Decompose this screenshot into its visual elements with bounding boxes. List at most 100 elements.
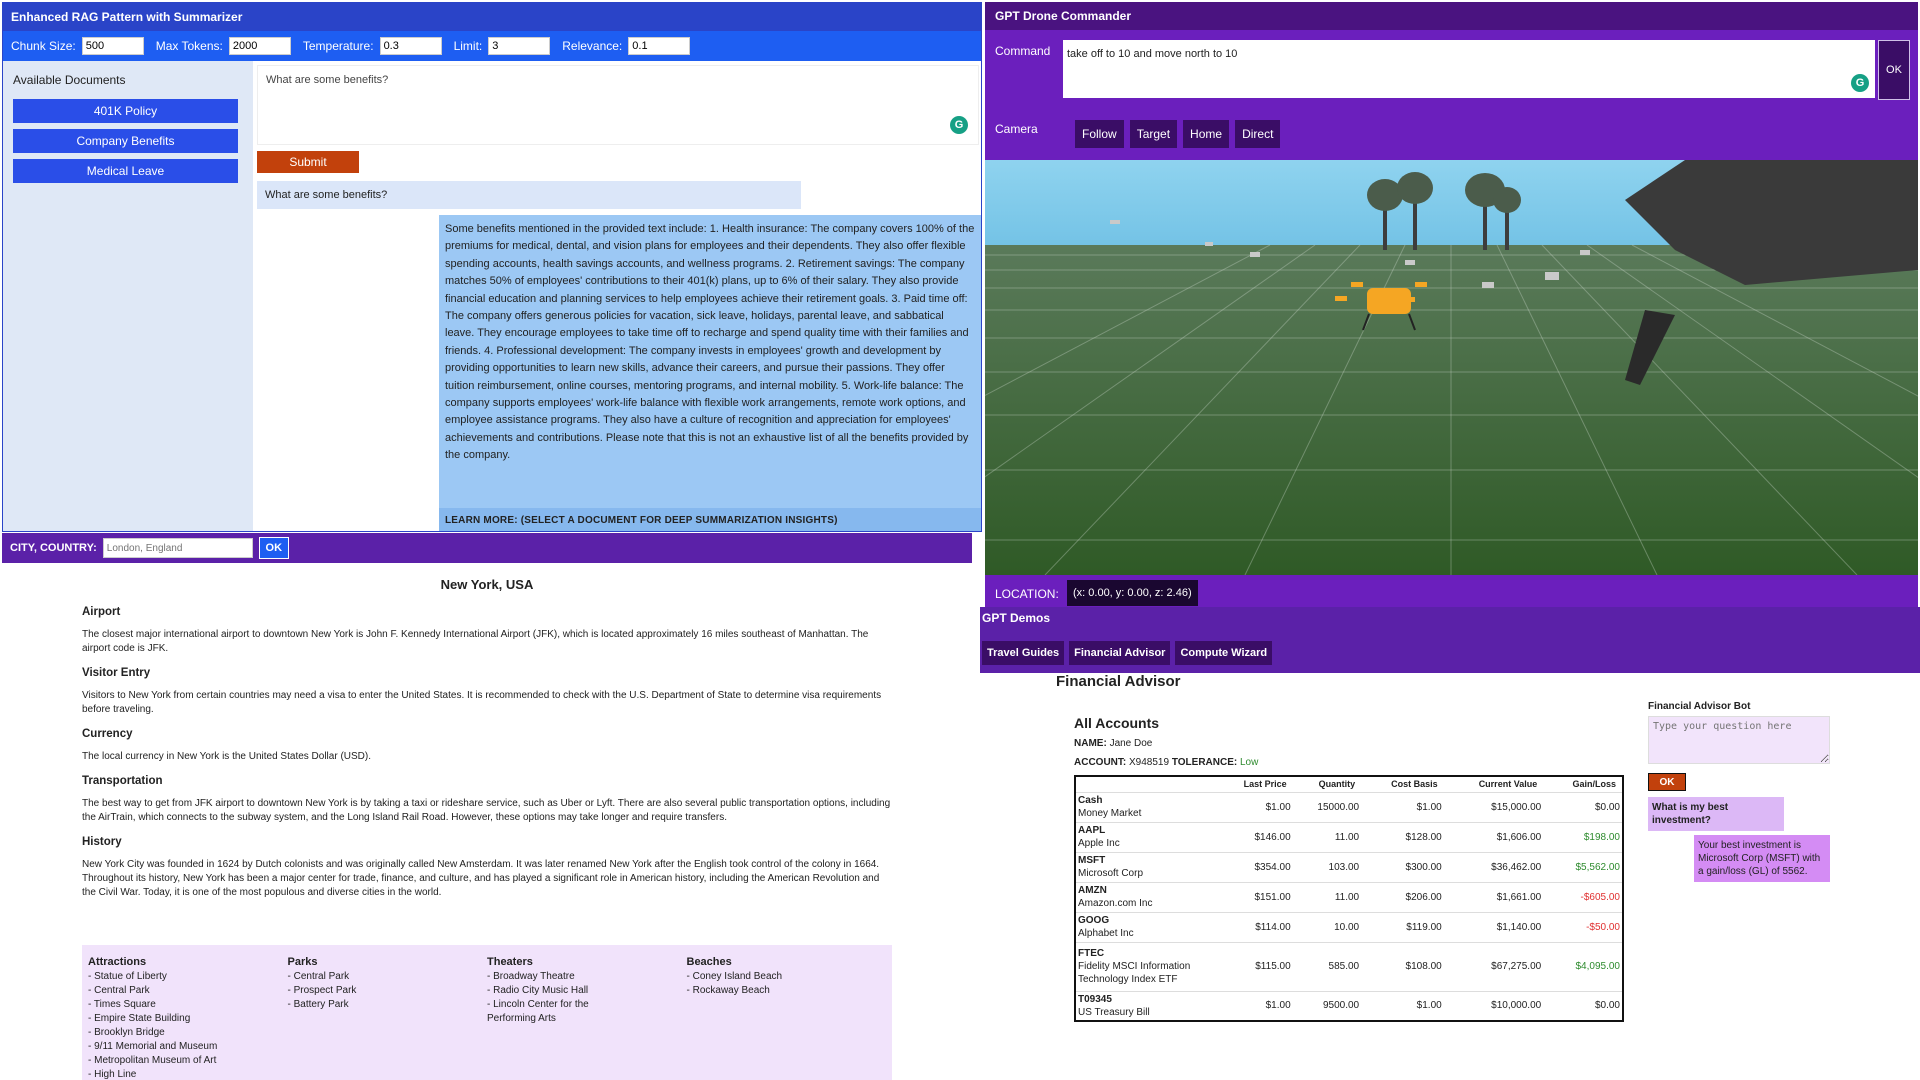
city-ok-button[interactable]: OK <box>258 537 289 559</box>
doc-button-company-benefits[interactable]: Company Benefits <box>13 129 238 153</box>
relevance-label: Relevance: <box>562 39 623 53</box>
relevance-input[interactable] <box>628 37 691 55</box>
security-name: US Treasury Bill <box>1078 1006 1150 1018</box>
tab-travel-guides[interactable]: Travel Guides <box>982 641 1065 665</box>
command-input[interactable]: take off to 10 and move north to 10 G <box>1063 40 1875 98</box>
command-text: take off to 10 and move north to 10 <box>1067 48 1238 60</box>
cell-price: $146.00 <box>1215 821 1293 852</box>
list-item: - Brooklyn Bridge <box>88 1027 165 1038</box>
col-header <box>1075 776 1215 792</box>
camera-target-button[interactable]: Target <box>1129 120 1178 148</box>
list-item: Performing Arts <box>487 1013 556 1024</box>
cell-qty: 9500.00 <box>1292 990 1362 1021</box>
answer-bubble: Some benefits mentioned in the provided … <box>439 215 981 531</box>
cell-security: MSFT Microsoft Corp <box>1075 851 1215 882</box>
cell-price: $115.00 <box>1215 941 1293 991</box>
account-label: ACCOUNT: <box>1074 757 1127 768</box>
doc-button-medical-leave[interactable]: Medical Leave <box>13 159 238 183</box>
bot-ok-button[interactable]: OK <box>1648 773 1686 791</box>
cell-value: $67,275.00 <box>1443 941 1544 991</box>
symbol: GOOG <box>1078 915 1110 926</box>
table-row: FTEC Fidelity MSCI Information Technology… <box>1075 941 1623 991</box>
user-message: What is my best investment? <box>1648 797 1784 831</box>
chunk-size-input[interactable] <box>81 37 144 55</box>
cell-cost: $206.00 <box>1361 881 1444 912</box>
list-item: - 9/11 Memorial and Museum <box>88 1041 218 1052</box>
cell-cost: $119.00 <box>1361 911 1444 942</box>
travel-lists: Attractions - Statue of Liberty - Centra… <box>82 945 892 1080</box>
limit-input[interactable] <box>488 37 551 55</box>
max-tokens-input[interactable] <box>228 37 291 55</box>
list-item: - Empire State Building <box>88 1013 191 1024</box>
tab-compute-wizard[interactable]: Compute Wizard <box>1175 641 1273 665</box>
cell-gain: $4,095.00 <box>1543 941 1623 991</box>
symbol: T09345 <box>1078 993 1112 1005</box>
camera-home-button[interactable]: Home <box>1183 120 1230 148</box>
camera-direct-button[interactable]: Direct <box>1235 120 1281 148</box>
col-header: Cost Basis <box>1391 779 1438 790</box>
cell-qty: 11.00 <box>1292 881 1362 912</box>
security-name: Alphabet Inc <box>1078 928 1134 939</box>
documents-sidebar: Available Documents 401K Policy Company … <box>3 61 253 531</box>
list-attractions: Attractions - Statue of Liberty - Centra… <box>88 955 288 1080</box>
city-input[interactable] <box>102 538 253 558</box>
cell-cost: $1.00 <box>1361 990 1444 1021</box>
city-search-bar: CITY, COUNTRY: OK <box>2 533 972 563</box>
symbol: AMZN <box>1078 885 1107 896</box>
symbol: Cash <box>1078 795 1103 806</box>
table-row: GOOG Alphabet Inc $114.00 10.00 $119.00 $1,14… <box>1075 911 1623 942</box>
table-header: Last Price Quantity Cost Basis Current V… <box>1075 776 1623 792</box>
cell-cost: $300.00 <box>1361 851 1444 882</box>
bot-question-input[interactable] <box>1648 716 1830 764</box>
cell-qty: 103.00 <box>1292 851 1362 882</box>
camera-buttons: Follow Target Home Direct <box>1075 120 1281 148</box>
cell-cost: $1.00 <box>1361 791 1444 822</box>
section-heading: Airport <box>82 606 121 618</box>
col-header: Current Value <box>1478 779 1538 790</box>
cell-value: $1,606.00 <box>1443 821 1544 852</box>
grammarly-icon[interactable]: G <box>1851 74 1869 92</box>
col-header: Gain/Loss <box>1572 779 1616 790</box>
cell-security: FTEC Fidelity MSCI Information Technology… <box>1075 941 1215 991</box>
chunk-size-label: Chunk Size: <box>11 39 76 53</box>
name-label: NAME: <box>1074 738 1107 749</box>
name-row: NAME: Jane Doe <box>1074 738 1152 749</box>
tab-financial-advisor[interactable]: Financial Advisor <box>1069 641 1171 665</box>
question-input[interactable]: What are some benefits? G <box>257 65 979 145</box>
cell-price: $151.00 <box>1215 881 1293 912</box>
cell-security: GOOG Alphabet Inc <box>1075 911 1215 942</box>
drone-3d-view[interactable] <box>985 160 1918 575</box>
security-name: Apple Inc <box>1078 838 1120 849</box>
command-ok-button[interactable]: OK <box>1878 40 1910 100</box>
table-row: T09345 US Treasury Bill $1.00 9500.00 $1.00 $… <box>1075 990 1623 1021</box>
name-value: Jane Doe <box>1109 738 1153 749</box>
security-name: Amazon.com Inc <box>1078 898 1153 909</box>
learn-more-text: LEARN MORE: (SELECT A DOCUMENT FOR DEEP … <box>439 508 981 531</box>
cell-price: $1.00 <box>1215 990 1293 1021</box>
gpt-demos-title: GPT Demos <box>982 611 1051 625</box>
camera-label: Camera <box>995 122 1038 136</box>
drone-title: GPT Drone Commander <box>985 2 1918 30</box>
rag-panel: Enhanced RAG Pattern with Summarizer Chu… <box>2 2 982 532</box>
cell-price: $354.00 <box>1215 851 1293 882</box>
cell-qty: 15000.00 <box>1292 791 1362 822</box>
advisor-bot: Financial Advisor Bot OK What is my best… <box>1648 701 1848 882</box>
temperature-label: Temperature: <box>302 39 374 53</box>
accounts-table: Last Price Quantity Cost Basis Current V… <box>1074 775 1624 1022</box>
submit-button[interactable]: Submit <box>257 151 359 173</box>
cell-value: $1,140.00 <box>1443 911 1544 942</box>
section-heading: Currency <box>82 728 133 740</box>
cell-value: $1,661.00 <box>1443 881 1544 912</box>
cell-price: $114.00 <box>1215 911 1293 942</box>
camera-follow-button[interactable]: Follow <box>1075 120 1124 148</box>
grammarly-icon[interactable]: G <box>950 116 968 134</box>
list-item: - Statue of Liberty <box>88 971 167 982</box>
account-value: X948519 <box>1129 757 1170 768</box>
cell-qty: 585.00 <box>1292 941 1362 991</box>
section-heading: Visitor Entry <box>82 667 151 679</box>
cell-gain: -$605.00 <box>1543 881 1623 912</box>
doc-button-401k[interactable]: 401K Policy <box>13 99 238 123</box>
temperature-input[interactable] <box>379 37 442 55</box>
cell-qty: 10.00 <box>1292 911 1362 942</box>
gpt-demos-bar: GPT Demos Travel Guides Financial Adviso… <box>980 607 1920 673</box>
